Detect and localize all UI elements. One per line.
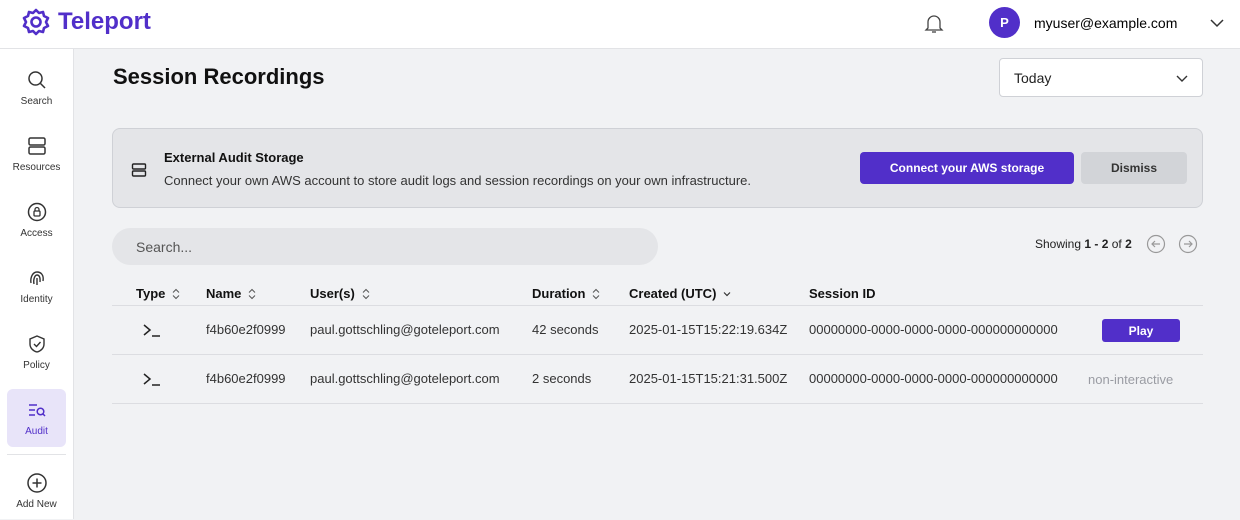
sidebar-item-policy[interactable]: Policy <box>7 323 66 381</box>
server-icon <box>131 163 147 177</box>
next-page-icon[interactable] <box>1178 234 1198 254</box>
column-header-users[interactable]: User(s) <box>310 286 371 301</box>
pagination-text: Showing 1 - 2 of 2 <box>1035 237 1132 251</box>
cell-session-id: 00000000-0000-0000-0000-000000000000 <box>809 371 1058 386</box>
pager-total: 2 <box>1125 237 1132 251</box>
sort-icon <box>362 288 370 299</box>
terminal-icon <box>143 373 160 386</box>
search-icon <box>27 71 46 89</box>
cell-session-id: 00000000-0000-0000-0000-000000000000 <box>809 322 1058 337</box>
sidebar-item-add-new[interactable]: Add New <box>7 462 66 520</box>
table-row[interactable]: f4b60e2f0999 paul.gottschling@goteleport… <box>112 355 1203 404</box>
column-label: Created (UTC) <box>629 286 717 301</box>
banner-text: Connect your own AWS account to store au… <box>164 173 751 188</box>
sidebar-item-label: Audit <box>25 426 48 437</box>
search-input[interactable] <box>136 237 616 257</box>
sidebar: Search Resources Access Identity Policy … <box>0 49 74 519</box>
cell-created: 2025-01-15T15:22:19.634Z <box>629 322 788 337</box>
column-header-name[interactable]: Name <box>206 286 257 301</box>
fingerprint-icon <box>29 271 44 285</box>
bell-icon[interactable] <box>922 11 946 35</box>
banner-title: External Audit Storage <box>164 150 304 165</box>
sort-icon <box>249 288 256 299</box>
chevron-down-icon <box>723 291 731 296</box>
column-header-duration[interactable]: Duration <box>532 286 601 301</box>
chevron-down-icon[interactable] <box>1208 14 1226 32</box>
date-range-select[interactable]: Today <box>999 58 1203 97</box>
sidebar-divider <box>7 454 66 455</box>
top-bar: Teleport P myuser@example.com <box>0 0 1240 49</box>
sort-icon <box>593 288 600 299</box>
column-label: Session ID <box>809 286 876 301</box>
sidebar-item-label: Add New <box>16 499 57 510</box>
sort-icon <box>173 288 180 299</box>
logo-text: Teleport <box>58 8 151 35</box>
cell-duration: 2 seconds <box>532 371 592 386</box>
column-header-session-id: Session ID <box>809 286 875 301</box>
column-label: Type <box>136 286 166 301</box>
sidebar-item-label: Policy <box>23 360 50 371</box>
play-button[interactable]: Play <box>1102 319 1180 342</box>
table-header: Type Name User(s) Duration Created (UTC)… <box>112 283 1203 306</box>
sidebar-item-access[interactable]: Access <box>7 191 66 249</box>
pager-prefix: Showing <box>1035 237 1085 251</box>
user-email[interactable]: myuser@example.com <box>1034 15 1177 31</box>
cell-name: f4b60e2f0999 <box>206 322 286 337</box>
shield-check-icon <box>28 335 45 353</box>
column-label: Name <box>206 286 242 301</box>
plus-circle-icon <box>26 473 47 493</box>
sidebar-item-label: Access <box>20 228 53 239</box>
pager-of: of <box>1108 237 1126 251</box>
table-row[interactable]: f4b60e2f0999 paul.gottschling@goteleport… <box>112 306 1203 355</box>
list-search-icon <box>28 404 46 417</box>
column-label: User(s) <box>310 286 355 301</box>
terminal-icon <box>143 324 160 337</box>
cell-users: paul.gottschling@goteleport.com <box>310 371 500 386</box>
non-interactive-label: non-interactive <box>1088 372 1174 387</box>
column-header-type[interactable]: Type <box>136 286 181 301</box>
sidebar-item-label: Search <box>20 96 53 107</box>
date-range-value: Today <box>1014 70 1052 86</box>
cell-created: 2025-01-15T15:21:31.500Z <box>629 371 788 386</box>
search-bar <box>112 228 658 265</box>
server-icon <box>27 137 46 155</box>
column-header-created[interactable]: Created (UTC) <box>629 286 732 301</box>
sidebar-item-resources[interactable]: Resources <box>7 125 66 183</box>
sidebar-item-label: Identity <box>20 294 53 305</box>
sidebar-item-audit[interactable]: Audit <box>7 389 66 447</box>
dismiss-button[interactable]: Dismiss <box>1081 152 1187 184</box>
sidebar-item-label: Resources <box>12 162 61 173</box>
column-label: Duration <box>532 286 586 301</box>
sidebar-item-search[interactable]: Search <box>7 59 66 117</box>
pager-range: 1 - 2 <box>1084 237 1109 251</box>
cell-users: paul.gottschling@goteleport.com <box>310 322 500 337</box>
prev-page-icon[interactable] <box>1146 234 1166 254</box>
connect-aws-storage-button[interactable]: Connect your AWS storage <box>860 152 1074 184</box>
logo[interactable]: Teleport <box>22 8 151 36</box>
avatar[interactable]: P <box>989 7 1020 38</box>
chevron-down-icon <box>1176 75 1188 82</box>
cell-duration: 42 seconds <box>532 322 599 337</box>
teleport-logo-icon <box>22 8 50 36</box>
sidebar-item-identity[interactable]: Identity <box>7 257 66 315</box>
lock-circle-icon <box>27 202 46 222</box>
page-title: Session Recordings <box>113 64 325 89</box>
cell-name: f4b60e2f0999 <box>206 371 286 386</box>
external-audit-storage-banner: External Audit Storage Connect your own … <box>112 128 1203 208</box>
